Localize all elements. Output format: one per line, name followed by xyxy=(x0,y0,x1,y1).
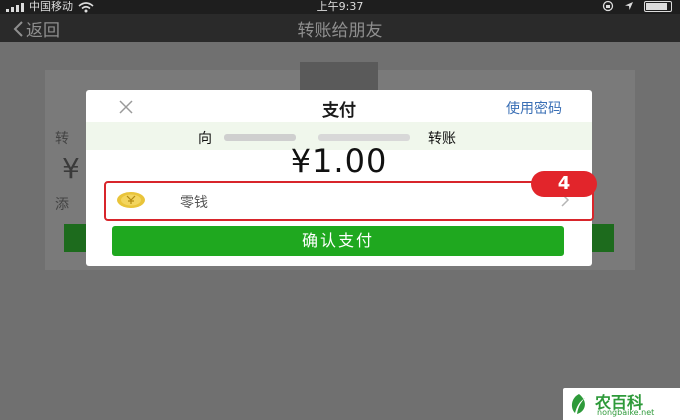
location-icon xyxy=(625,2,633,10)
background-add-label: 添 xyxy=(55,197,69,213)
nav-bar: 返回 转账给朋友 xyxy=(0,14,680,42)
coin-icon xyxy=(117,192,145,208)
rotation-lock-icon xyxy=(602,0,614,12)
watermark: 农百科 nongbaike.net xyxy=(563,388,680,420)
battery-icon xyxy=(644,0,672,12)
payment-method-selector[interactable]: 零钱 xyxy=(104,181,594,221)
recipient-account-redacted xyxy=(318,134,410,141)
payment-amount: ¥1.00 xyxy=(290,142,388,180)
watermark-domain: nongbaike.net xyxy=(597,408,655,417)
recipient-name-redacted xyxy=(224,134,296,141)
background-button-right xyxy=(590,224,614,252)
leaf-logo-icon xyxy=(571,394,585,414)
status-right xyxy=(602,0,672,12)
confirm-payment-button[interactable]: 确认支付 xyxy=(112,226,564,256)
status-time: 上午9:37 xyxy=(316,0,364,13)
page-title: 转账给朋友 xyxy=(297,21,383,41)
use-password-link[interactable]: 使用密码 xyxy=(506,98,562,118)
step-number-badge: 4 xyxy=(531,171,597,197)
background-currency: ¥ xyxy=(62,152,80,185)
status-bar: 中国移动 上午9:37 xyxy=(0,0,680,14)
payment-method-label: 零钱 xyxy=(180,195,208,211)
background-button-left xyxy=(64,224,88,252)
background-transfer-label: 转 xyxy=(55,131,69,147)
